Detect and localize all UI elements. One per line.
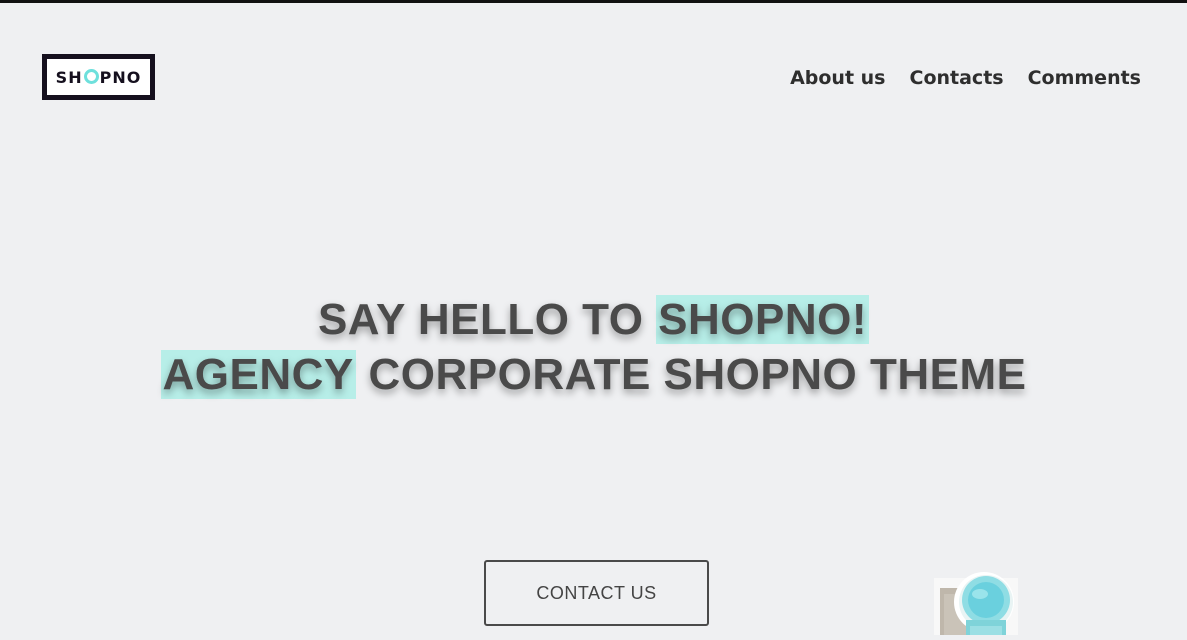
hero-line-1-highlight: SHOPNO! bbox=[656, 295, 870, 344]
nav-contacts[interactable]: Contacts bbox=[910, 64, 1004, 92]
logo-text-start: SH bbox=[55, 67, 83, 87]
hero-line-1: SAY HELLO TO SHOPNO! bbox=[0, 292, 1187, 347]
top-border-bar bbox=[0, 0, 1187, 3]
hero-line-2: AGENCY CORPORATE SHOPNO THEME bbox=[0, 347, 1187, 402]
hero-heading: SAY HELLO TO SHOPNO! AGENCY CORPORATE SH… bbox=[0, 292, 1187, 402]
logo-ring-icon bbox=[83, 68, 99, 84]
hero-line-2-text: CORPORATE SHOPNO THEME bbox=[355, 350, 1027, 399]
cup-product-image bbox=[930, 566, 1020, 635]
main-nav: About us Contacts Comments bbox=[790, 64, 1141, 92]
hero-line-1-text: SAY HELLO TO bbox=[317, 295, 657, 344]
site-logo[interactable]: SH PNO bbox=[42, 54, 155, 100]
nav-about-us[interactable]: About us bbox=[790, 64, 885, 92]
nav-comments[interactable]: Comments bbox=[1028, 64, 1141, 92]
hero-line-2-highlight: AGENCY bbox=[160, 350, 356, 399]
contact-us-button[interactable]: CONTACT US bbox=[484, 560, 709, 626]
logo-text-end: PNO bbox=[99, 67, 142, 87]
